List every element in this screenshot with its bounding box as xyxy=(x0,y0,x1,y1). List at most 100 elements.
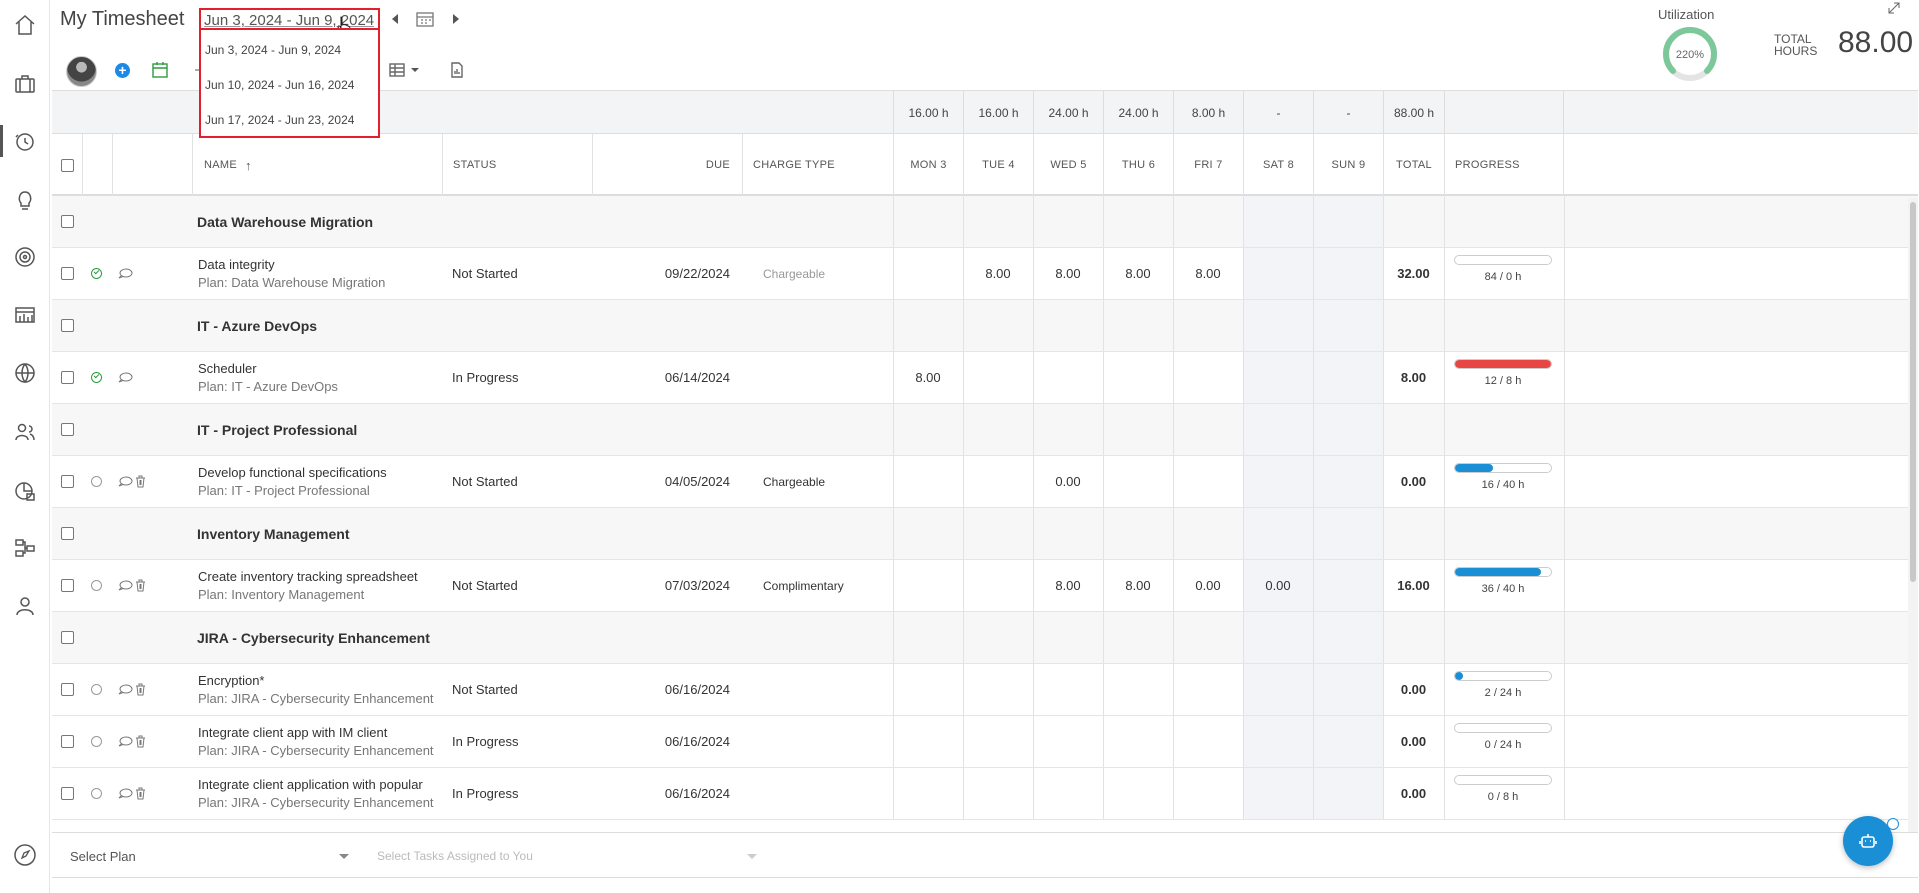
hours-cell[interactable] xyxy=(893,560,963,611)
hours-cell[interactable]: 0.00 xyxy=(1173,560,1243,611)
assistant-bot-button[interactable] xyxy=(1843,816,1893,866)
hours-cell[interactable] xyxy=(1243,456,1313,507)
help-compass-icon[interactable] xyxy=(12,842,38,868)
globe-icon[interactable] xyxy=(0,353,50,393)
select-all-checkbox[interactable] xyxy=(60,158,74,172)
row-checkbox[interactable] xyxy=(60,579,74,592)
vertical-scrollbar[interactable] xyxy=(1908,198,1918,832)
hours-cell[interactable] xyxy=(963,352,1033,403)
briefcase-icon[interactable] xyxy=(0,64,50,104)
select-tasks-dropdown[interactable]: Select Tasks Assigned to You xyxy=(377,849,533,863)
hours-cell[interactable] xyxy=(893,716,963,767)
hours-cell[interactable] xyxy=(1033,768,1103,819)
hours-cell[interactable]: 8.00 xyxy=(1033,248,1103,299)
name-header[interactable]: NAME ↑ xyxy=(192,134,442,196)
chevron-down-icon[interactable] xyxy=(410,61,420,79)
task-name-cell[interactable]: Create inventory tracking spreadsheet Pla… xyxy=(198,560,442,611)
date-option[interactable]: Jun 3, 2024 - Jun 9, 2024 xyxy=(201,30,378,65)
open-status-icon[interactable] xyxy=(86,716,106,767)
hours-cell[interactable] xyxy=(1033,716,1103,767)
hours-cell[interactable] xyxy=(963,456,1033,507)
row-checkbox[interactable] xyxy=(60,371,74,384)
task-name[interactable]: Integrate client application with popula… xyxy=(198,776,434,794)
hierarchy-icon[interactable] xyxy=(0,528,50,568)
date-option[interactable]: Jun 17, 2024 - Jun 23, 2024 xyxy=(201,100,378,135)
trash-icon[interactable] xyxy=(132,560,148,611)
report-icon[interactable] xyxy=(0,295,50,335)
trash-icon[interactable] xyxy=(132,664,148,715)
chevron-down-icon[interactable] xyxy=(747,854,757,859)
add-task-icon[interactable]: + xyxy=(115,63,130,78)
row-checkbox[interactable] xyxy=(60,787,74,800)
task-name[interactable]: Data integrity xyxy=(198,256,385,274)
due-header[interactable]: DUE xyxy=(592,134,742,196)
hours-cell[interactable] xyxy=(893,248,963,299)
row-checkbox[interactable] xyxy=(60,423,74,436)
people-icon[interactable] xyxy=(0,412,50,452)
hours-cell[interactable] xyxy=(1313,456,1383,507)
open-status-icon[interactable] xyxy=(86,664,106,715)
hours-cell[interactable] xyxy=(1313,768,1383,819)
row-checkbox[interactable] xyxy=(60,683,74,696)
lightbulb-icon[interactable] xyxy=(0,180,50,220)
trash-icon[interactable] xyxy=(132,768,148,819)
hours-cell[interactable] xyxy=(1313,664,1383,715)
row-checkbox[interactable] xyxy=(60,475,74,488)
hours-cell[interactable] xyxy=(1173,716,1243,767)
task-name[interactable]: Integrate client app with IM client xyxy=(198,724,434,742)
task-charge-type[interactable] xyxy=(763,664,893,715)
open-status-icon[interactable] xyxy=(86,560,106,611)
hours-cell[interactable] xyxy=(1173,456,1243,507)
target-icon[interactable] xyxy=(0,237,50,277)
task-status[interactable]: Not Started xyxy=(452,248,592,299)
hours-cell[interactable] xyxy=(1103,352,1173,403)
hours-cell[interactable] xyxy=(1103,456,1173,507)
hours-cell[interactable] xyxy=(963,768,1033,819)
hours-cell[interactable]: 0.00 xyxy=(1243,560,1313,611)
task-charge-type[interactable] xyxy=(763,352,893,403)
task-name-cell[interactable]: Integrate client application with popula… xyxy=(198,768,442,819)
hours-cell[interactable]: 8.00 xyxy=(1103,560,1173,611)
hours-cell[interactable] xyxy=(963,664,1033,715)
avatar[interactable] xyxy=(66,56,97,87)
hours-cell[interactable] xyxy=(1313,248,1383,299)
row-checkbox[interactable] xyxy=(60,267,74,280)
calendar-icon[interactable] xyxy=(416,11,434,27)
hours-cell[interactable] xyxy=(1243,664,1313,715)
comment-icon[interactable] xyxy=(115,248,135,299)
hours-cell[interactable]: 8.00 xyxy=(1103,248,1173,299)
timesheet-clock-icon[interactable] xyxy=(0,121,50,161)
hours-cell[interactable] xyxy=(1313,352,1383,403)
task-status[interactable]: In Progress xyxy=(452,768,592,819)
power-icon[interactable] xyxy=(1887,818,1899,830)
hours-cell[interactable] xyxy=(1313,716,1383,767)
row-checkbox[interactable] xyxy=(60,631,74,644)
hours-cell[interactable] xyxy=(1243,716,1313,767)
date-option[interactable]: Jun 10, 2024 - Jun 16, 2024 xyxy=(201,65,378,100)
task-status[interactable]: In Progress xyxy=(452,716,592,767)
task-charge-type[interactable]: Chargeable xyxy=(763,248,893,299)
scrollbar-thumb[interactable] xyxy=(1910,202,1916,582)
task-name-cell[interactable]: Integrate client app with IM client Plan:… xyxy=(198,716,442,767)
hours-cell[interactable]: 8.00 xyxy=(1173,248,1243,299)
open-status-icon[interactable] xyxy=(86,768,106,819)
hours-cell[interactable] xyxy=(1243,248,1313,299)
task-name[interactable]: Create inventory tracking spreadsheet xyxy=(198,568,418,586)
hours-cell[interactable] xyxy=(1313,560,1383,611)
row-checkbox[interactable] xyxy=(60,319,74,332)
user-icon[interactable] xyxy=(0,586,50,626)
hours-cell[interactable] xyxy=(1243,352,1313,403)
hours-cell[interactable] xyxy=(963,560,1033,611)
task-status[interactable]: Not Started xyxy=(452,664,592,715)
hours-cell[interactable]: 8.00 xyxy=(893,352,963,403)
task-status[interactable]: In Progress xyxy=(452,352,592,403)
hours-cell[interactable]: 0.00 xyxy=(1033,456,1103,507)
hours-cell[interactable] xyxy=(893,456,963,507)
next-week-button[interactable] xyxy=(453,14,459,24)
hours-cell[interactable] xyxy=(1173,664,1243,715)
hours-cell[interactable] xyxy=(1243,768,1313,819)
select-plan-dropdown[interactable]: Select Plan xyxy=(70,849,136,864)
task-name-cell[interactable]: Encryption* Plan: JIRA - Cybersecurity En… xyxy=(198,664,442,715)
hours-cell[interactable] xyxy=(1103,716,1173,767)
hours-cell[interactable] xyxy=(1103,768,1173,819)
